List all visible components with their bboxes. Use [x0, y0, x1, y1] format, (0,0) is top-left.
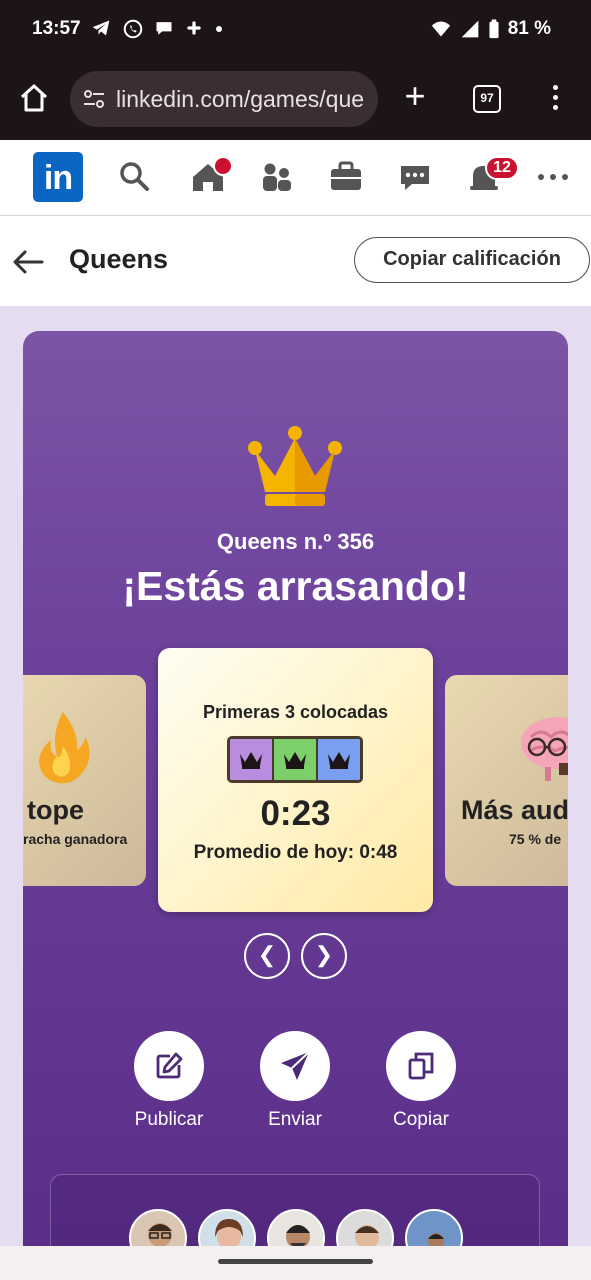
- whatsapp-icon: [123, 19, 143, 39]
- telegram-icon: [92, 20, 110, 36]
- send-action[interactable]: Enviar: [240, 1031, 350, 1131]
- page-header: Queens Copiar calificación: [0, 216, 591, 306]
- send-label: Enviar: [268, 1109, 322, 1130]
- notifications-badge: 12: [485, 156, 519, 180]
- site-settings-icon[interactable]: [82, 87, 106, 111]
- my-network-icon[interactable]: [258, 158, 296, 196]
- copy-icon: [408, 1052, 434, 1080]
- queen-crown-icon: [240, 751, 262, 769]
- stat-card-streak[interactable]: tope racha ganadora: [23, 675, 146, 886]
- search-icon[interactable]: [116, 158, 154, 196]
- tab-count-button[interactable]: 97: [473, 85, 501, 113]
- url-row: linkedin.com/games/que + 97: [0, 68, 591, 130]
- more-icon[interactable]: [534, 158, 572, 196]
- edit-icon: [156, 1052, 183, 1079]
- stat-card-time[interactable]: Primeras 3 colocadas 0:23 Promedio de ho…: [158, 648, 433, 912]
- solve-time: 0:23: [260, 794, 331, 833]
- nav-notifications[interactable]: 12: [465, 156, 519, 196]
- post-label: Publicar: [134, 1109, 204, 1130]
- slack-icon: [187, 21, 201, 35]
- queen-crown-icon: [328, 751, 350, 769]
- dot-icon: [216, 26, 222, 32]
- game-number: Queens n.º 356: [216, 529, 375, 554]
- boldest-subtitle: 75 % de: [509, 831, 562, 847]
- notification-icons: [90, 18, 224, 40]
- daily-average: Promedio de hoy: 0:48: [193, 842, 398, 863]
- queen-cell-blue: [318, 739, 360, 780]
- result-headline: ¡Estás arrasando!: [122, 563, 469, 609]
- post-action[interactable]: Publicar: [114, 1031, 224, 1131]
- linkedin-nav: in 12: [0, 140, 591, 216]
- nav-home[interactable]: [189, 156, 233, 196]
- gesture-handle[interactable]: [218, 1259, 373, 1264]
- post-button[interactable]: [134, 1031, 204, 1101]
- streak-subtitle: racha ganadora: [23, 831, 128, 847]
- messaging-icon[interactable]: [396, 158, 434, 196]
- page-title: Queens: [69, 244, 169, 274]
- game-result-card: Queens n.º 356 ¡Estás arrasando! tope ra…: [23, 331, 568, 1271]
- address-bar[interactable]: linkedin.com/games/que: [70, 71, 378, 127]
- new-tab-icon[interactable]: +: [400, 78, 430, 114]
- prev-card-button[interactable]: ❮: [244, 933, 290, 979]
- jobs-briefcase-icon[interactable]: [327, 158, 365, 196]
- crown-icon: [248, 426, 342, 506]
- queen-crown-icon: [284, 751, 306, 769]
- boldest-title: Más aud: [461, 795, 568, 825]
- wifi-icon: [431, 21, 450, 37]
- queen-cell-green: [274, 739, 318, 780]
- status-bar: 13:57 81 %: [0, 0, 591, 60]
- copy-score-button[interactable]: Copiar calificación: [354, 237, 590, 283]
- streak-title: tope: [27, 795, 84, 825]
- browser-menu-icon[interactable]: [545, 82, 565, 114]
- gesture-bar: [0, 1246, 591, 1280]
- home-new-dot: [213, 156, 233, 176]
- copy-label: Copiar: [393, 1109, 449, 1130]
- flame-icon: [39, 712, 90, 784]
- next-card-button[interactable]: ❯: [301, 933, 347, 979]
- battery-icon: [489, 19, 499, 39]
- status-time: 13:57: [32, 18, 81, 39]
- back-arrow-icon[interactable]: [10, 244, 46, 280]
- signal-icon: [461, 20, 479, 38]
- system-status: 81 %: [430, 18, 551, 40]
- placement-title: Primeras 3 colocadas: [202, 702, 389, 722]
- queens-row: [227, 736, 363, 783]
- send-icon: [281, 1051, 310, 1080]
- copy-action[interactable]: Copiar: [366, 1031, 476, 1131]
- chat-bubble-icon: [156, 22, 172, 35]
- brain-icon: [521, 717, 568, 781]
- stat-card-boldest[interactable]: Más aud 75 % de: [445, 675, 568, 886]
- battery-percent: 81 %: [507, 18, 551, 39]
- copy-button[interactable]: [386, 1031, 456, 1101]
- browser-chrome: 13:57 81 % linkedin.com/games/que + 97: [0, 0, 591, 140]
- send-button[interactable]: [260, 1031, 330, 1101]
- linkedin-logo[interactable]: in: [33, 152, 83, 202]
- queen-cell-purple: [230, 739, 274, 780]
- url-text[interactable]: linkedin.com/games/que: [116, 86, 368, 113]
- home-icon[interactable]: [18, 82, 50, 114]
